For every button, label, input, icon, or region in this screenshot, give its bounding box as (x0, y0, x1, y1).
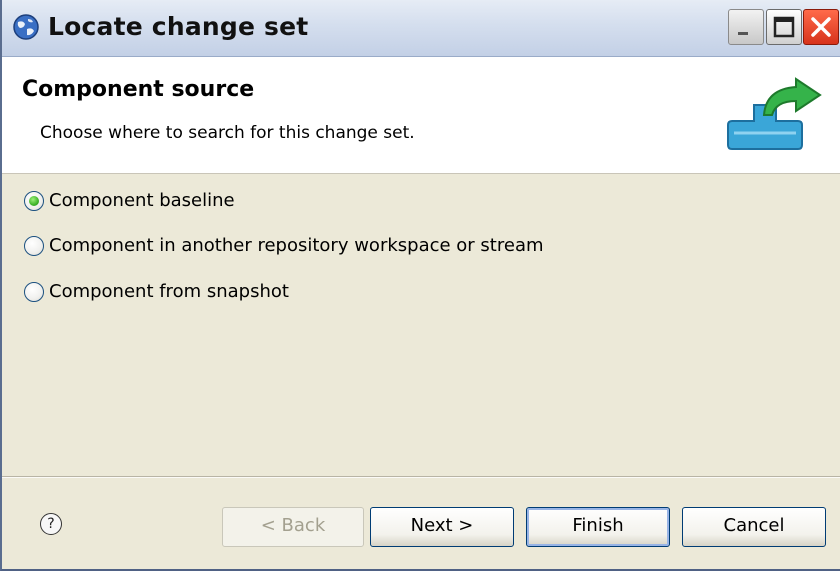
window-title: Locate change set (48, 12, 309, 41)
globe-icon (13, 14, 39, 40)
page-title: Component source (22, 77, 255, 102)
option-component-baseline[interactable]: Component baseline (24, 190, 235, 211)
close-icon (811, 17, 831, 37)
option-label: Component in another repository workspac… (49, 235, 544, 256)
help-icon[interactable]: ? (40, 513, 62, 535)
close-button[interactable] (803, 9, 839, 45)
option-label: Component from snapshot (49, 281, 289, 302)
radio-button[interactable] (24, 281, 44, 302)
radio-button[interactable] (24, 235, 44, 256)
options-panel: Component baseline Component in another … (2, 174, 840, 476)
option-component-from-snapshot[interactable]: Component from snapshot (24, 281, 289, 302)
minimize-icon (738, 32, 748, 35)
cancel-button[interactable]: Cancel (682, 507, 826, 547)
radio-button-checked[interactable] (24, 190, 44, 211)
next-button[interactable]: Next > (370, 507, 514, 547)
option-label: Component baseline (49, 190, 235, 211)
page-description: Choose where to search for this change s… (40, 123, 415, 143)
option-other-workspace-or-stream[interactable]: Component in another repository workspac… (24, 235, 544, 256)
back-button[interactable]: < Back (222, 507, 364, 547)
title-bar[interactable]: Locate change set (2, 0, 840, 57)
maximize-button[interactable] (766, 9, 802, 45)
dialog-window: Locate change set Component source Choos… (0, 0, 840, 571)
wizard-header: Component source Choose where to search … (2, 57, 840, 174)
minimize-button[interactable] (728, 9, 764, 45)
maximize-icon (773, 16, 795, 38)
component-arrow-icon (727, 77, 822, 150)
wizard-footer: ? < Back Next > Finish Cancel (2, 478, 840, 569)
finish-button[interactable]: Finish (526, 507, 670, 547)
